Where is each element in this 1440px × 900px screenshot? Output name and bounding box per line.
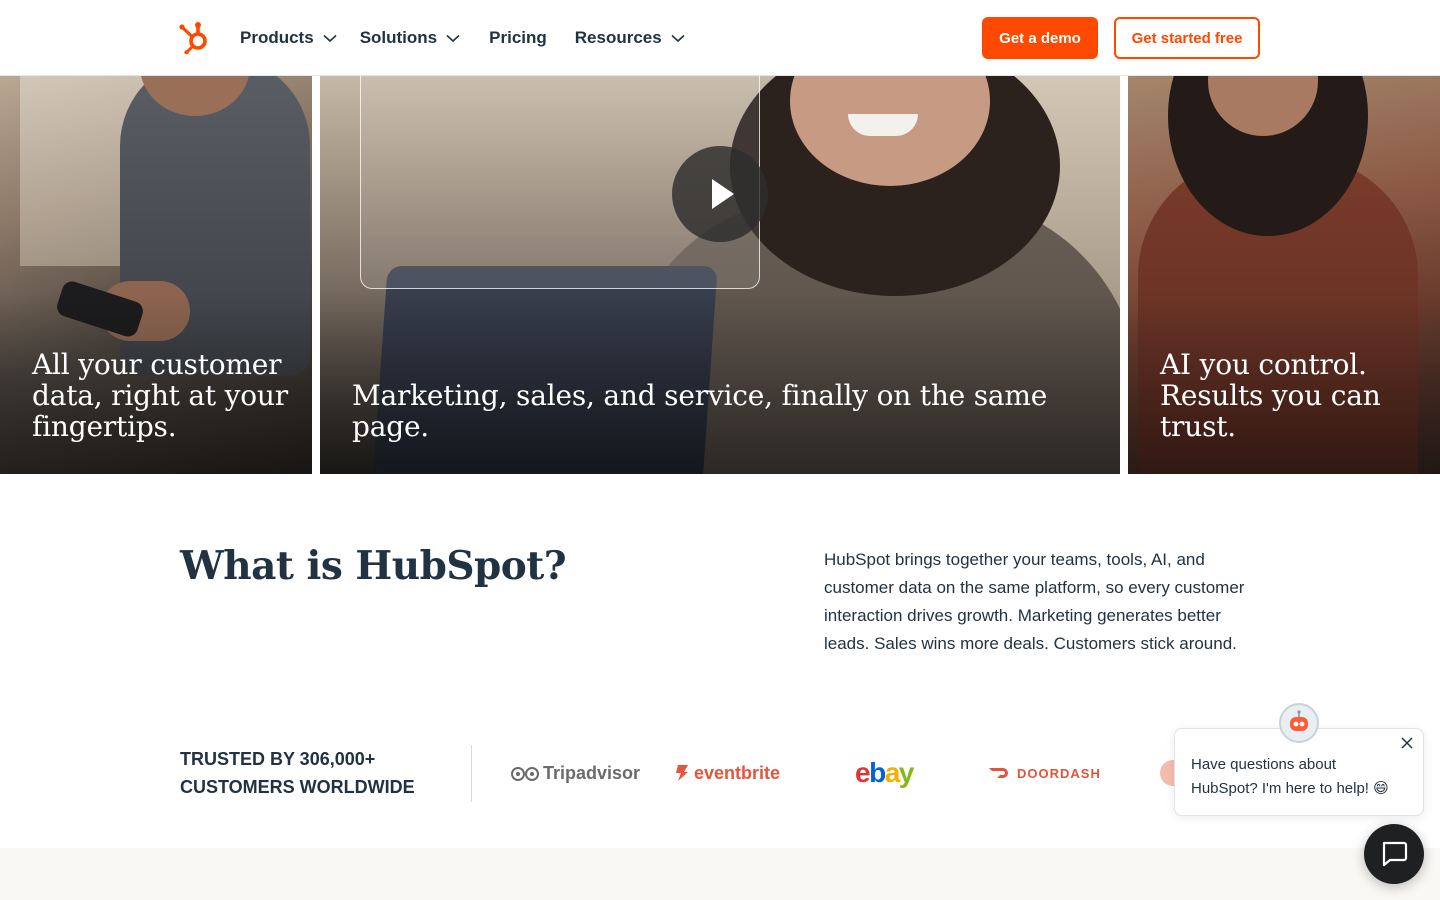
- hero-card-video[interactable]: Marketing, sales, and service, finally o…: [320, 76, 1120, 474]
- section-description: HubSpot brings together your teams, tool…: [824, 550, 1245, 653]
- nav-pricing-label: Pricing: [489, 28, 547, 47]
- nav-pricing[interactable]: Pricing: [489, 24, 547, 52]
- robot-avatar-icon: [1279, 703, 1319, 743]
- play-icon: [712, 179, 734, 209]
- chevron-down-icon: [446, 34, 460, 43]
- nav-solutions[interactable]: Solutions: [360, 24, 461, 52]
- tripadvisor-owl-icon: [511, 767, 539, 781]
- nav-resources[interactable]: Resources: [575, 24, 686, 52]
- ebay-letter-a: a: [884, 757, 901, 788]
- person-smile: [848, 114, 918, 136]
- ebay-logo: ebay: [855, 755, 915, 791]
- ebay-letter-b: b: [869, 757, 886, 788]
- eventbrite-wordmark: eventbrite: [694, 762, 781, 783]
- trusted-by-label: TRUSTED BY 306,000+ CUSTOMERS WORLDWIDE: [180, 749, 415, 797]
- get-a-demo-button[interactable]: Get a demo: [982, 17, 1098, 59]
- chat-launcher-button[interactable]: [1364, 824, 1424, 884]
- main-nav: Products Solutions Pricing Resources: [240, 24, 686, 52]
- eventbrite-logo: eventbrite: [675, 755, 780, 791]
- doordash-wordmark: DOORDASH: [1017, 765, 1101, 781]
- tripadvisor-logo: Tripadvisor: [511, 755, 640, 791]
- get-started-free-button[interactable]: Get started free: [1114, 17, 1260, 59]
- hero-card-caption: AI you control. Results you can trust.: [1160, 348, 1381, 443]
- hero-card-caption: Marketing, sales, and service, finally o…: [352, 379, 1048, 443]
- close-icon[interactable]: [1399, 735, 1415, 751]
- next-section-band: [0, 848, 1440, 900]
- nav-products-label: Products: [240, 28, 314, 47]
- doordash-mark-icon: [989, 768, 1008, 778]
- chevron-down-icon: [671, 34, 685, 43]
- hero-carousel: All your customer data, right at your fi…: [0, 76, 1440, 474]
- hero-card-ai[interactable]: AI you control. Results you can trust.: [1128, 76, 1440, 474]
- tripadvisor-wordmark: Tripadvisor: [543, 762, 641, 783]
- nav-solutions-label: Solutions: [359, 28, 438, 47]
- chat-welcome-message: Have questions about HubSpot? I'm here t…: [1191, 756, 1389, 797]
- play-button[interactable]: [672, 146, 768, 242]
- nav-products[interactable]: Products: [240, 24, 338, 52]
- divider: [471, 745, 472, 802]
- section-title: What is HubSpot?: [180, 543, 567, 589]
- customer-logos: Tripadvisor eventbrite ebay DOORDASH: [505, 755, 1185, 791]
- chat-icon: [1382, 841, 1408, 867]
- eventbrite-mark-icon: [676, 765, 688, 781]
- chevron-down-icon: [323, 34, 337, 43]
- ebay-letter-y: y: [898, 757, 915, 788]
- nav-resources-label: Resources: [574, 28, 662, 47]
- hubspot-logo-icon[interactable]: [178, 20, 212, 55]
- doordash-logo: DOORDASH: [988, 755, 1101, 791]
- ebay-letter-e: e: [855, 757, 871, 788]
- hero-card-caption: All your customer data, right at your fi…: [32, 348, 288, 443]
- hero-card-customer-data[interactable]: All your customer data, right at your fi…: [0, 76, 312, 474]
- site-header: Products Solutions Pricing Resources Get…: [0, 0, 1440, 76]
